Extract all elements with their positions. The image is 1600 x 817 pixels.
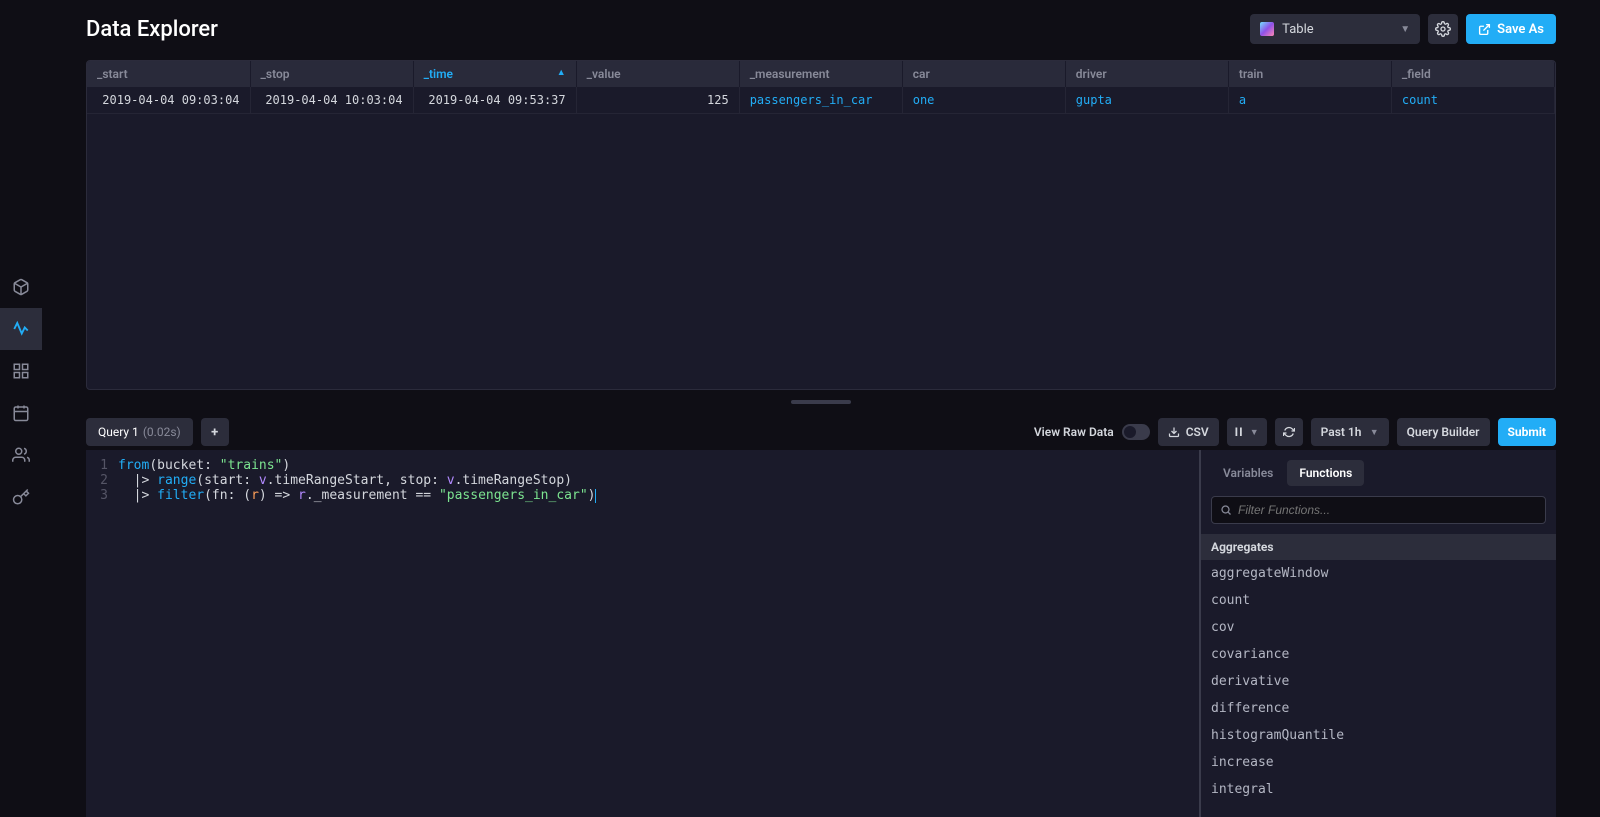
submit-button[interactable]: Submit [1498, 418, 1557, 446]
query-tab[interactable]: Query 1 (0.02s) [86, 418, 193, 446]
add-query-button[interactable]: + [201, 418, 229, 446]
cell: a [1228, 87, 1391, 114]
query-tab-timing: (0.02s) [143, 425, 181, 439]
function-item[interactable]: difference [1201, 695, 1556, 722]
settings-button[interactable] [1428, 14, 1458, 44]
sort-asc-icon: ▲ [557, 67, 566, 78]
function-item[interactable]: aggregateWindow [1201, 560, 1556, 587]
function-item[interactable]: integral [1201, 776, 1556, 803]
resize-handle[interactable] [86, 390, 1556, 414]
side-tab-functions[interactable]: Functions [1287, 460, 1364, 486]
caret-down-icon: ▼ [1250, 427, 1259, 438]
col-_time[interactable]: _time▲ [413, 61, 576, 87]
page-title: Data Explorer [86, 17, 218, 42]
functions-panel: VariablesFunctions Aggregates aggregateW… [1201, 450, 1556, 817]
query-builder-button[interactable]: Query Builder [1397, 418, 1490, 446]
function-item[interactable]: count [1201, 587, 1556, 614]
time-range-dropdown[interactable]: Past 1h ▼ [1311, 418, 1389, 446]
submit-label: Submit [1508, 425, 1547, 439]
query-tab-name: Query 1 [98, 425, 139, 439]
nav-calendar-icon[interactable] [0, 392, 42, 434]
function-search[interactable] [1211, 496, 1546, 524]
function-item[interactable]: cov [1201, 614, 1556, 641]
chart-type-chip-icon [1260, 22, 1274, 36]
cell: passengers_in_car [739, 87, 902, 114]
raw-data-toggle[interactable] [1122, 424, 1150, 440]
cell: 125 [576, 87, 739, 114]
download-icon [1168, 426, 1180, 438]
query-builder-label: Query Builder [1407, 425, 1480, 439]
cell: 2019-04-04 09:53:37 [413, 87, 576, 114]
save-as-label: Save As [1497, 22, 1544, 37]
col-_start[interactable]: _start [87, 61, 250, 87]
cell: count [1391, 87, 1554, 114]
refresh-icon [1283, 426, 1295, 438]
cell: 2019-04-04 10:03:04 [250, 87, 413, 114]
table-row[interactable]: 2019-04-04 09:03:042019-04-04 10:03:0420… [87, 87, 1555, 114]
nav-people-icon[interactable] [0, 434, 42, 476]
function-item[interactable]: increase [1201, 749, 1556, 776]
col-car[interactable]: car [902, 61, 1065, 87]
cell: gupta [1065, 87, 1228, 114]
results-panel: _start_stop_time▲_value_measurementcardr… [86, 60, 1556, 390]
function-group-header: Aggregates [1201, 534, 1556, 560]
export-icon [1478, 23, 1491, 36]
raw-data-label: View Raw Data [1034, 425, 1114, 439]
pause-dropdown[interactable]: II ▼ [1227, 418, 1267, 446]
visualization-label: Table [1282, 22, 1313, 37]
search-icon [1220, 504, 1232, 516]
query-toolbar: Query 1 (0.02s) + View Raw Data CSV II ▼ [86, 414, 1556, 450]
visualization-dropdown[interactable]: Table ▼ [1250, 14, 1420, 44]
save-as-button[interactable]: Save As [1466, 14, 1556, 44]
nav-grid-icon[interactable] [0, 350, 42, 392]
col-train[interactable]: train [1228, 61, 1391, 87]
nav-rail [0, 0, 42, 817]
function-item[interactable]: derivative [1201, 668, 1556, 695]
flux-editor[interactable]: 1from(bucket: "trains")2 |> range(start:… [86, 450, 1201, 817]
nav-key-icon[interactable] [0, 476, 42, 518]
caret-down-icon: ▼ [1370, 427, 1379, 438]
refresh-button[interactable] [1275, 418, 1303, 446]
col-_stop[interactable]: _stop [250, 61, 413, 87]
col-_measurement[interactable]: _measurement [739, 61, 902, 87]
nav-explore-icon[interactable] [0, 308, 42, 350]
caret-down-icon: ▼ [1400, 24, 1410, 35]
csv-button[interactable]: CSV [1158, 418, 1219, 446]
col-driver[interactable]: driver [1065, 61, 1228, 87]
col-_field[interactable]: _field [1391, 61, 1554, 87]
function-item[interactable]: covariance [1201, 641, 1556, 668]
pause-icon: II [1235, 425, 1244, 439]
results-table: _start_stop_time▲_value_measurementcardr… [87, 61, 1555, 114]
gear-icon [1435, 21, 1451, 37]
col-_value[interactable]: _value [576, 61, 739, 87]
time-range-label: Past 1h [1321, 425, 1362, 439]
function-search-input[interactable] [1238, 503, 1537, 517]
nav-cube-icon[interactable] [0, 266, 42, 308]
cell: one [902, 87, 1065, 114]
function-item[interactable]: histogramQuantile [1201, 722, 1556, 749]
side-tab-variables[interactable]: Variables [1211, 460, 1285, 486]
cell: 2019-04-04 09:03:04 [87, 87, 250, 114]
csv-label: CSV [1186, 425, 1209, 439]
